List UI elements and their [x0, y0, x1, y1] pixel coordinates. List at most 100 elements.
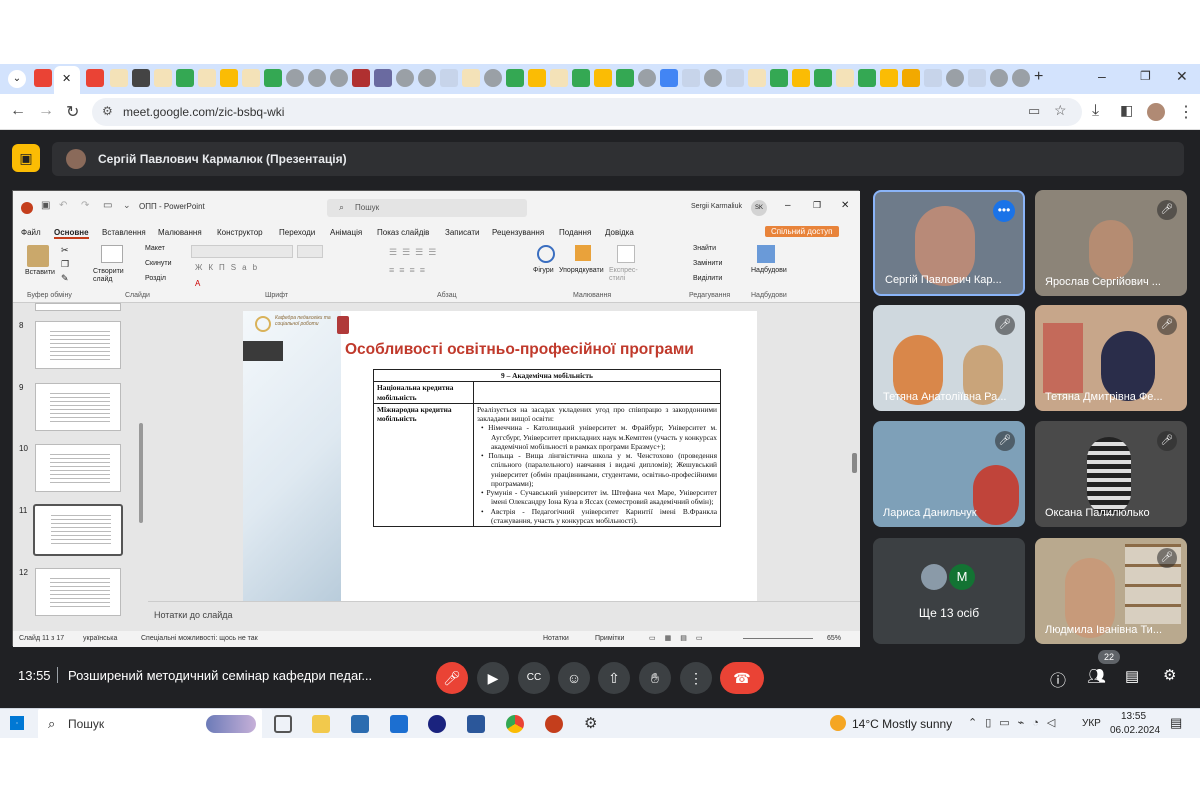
- slide-thumbnail-selected[interactable]: [33, 504, 123, 556]
- participant-tile[interactable]: 🎤︎ Ярослав Сергійович ...: [1035, 190, 1187, 296]
- doc-tab-icon[interactable]: [748, 69, 766, 87]
- drive-tab-icon[interactable]: [616, 69, 634, 87]
- notification-icon[interactable]: ▤: [1170, 715, 1182, 731]
- layout-button[interactable]: Макет: [145, 245, 165, 252]
- web-tab-icon[interactable]: [1012, 69, 1030, 87]
- doc-tab-icon[interactable]: [110, 69, 128, 87]
- notes-toggle[interactable]: Нотатки: [543, 635, 569, 642]
- font-name-box[interactable]: [191, 245, 293, 258]
- input-language[interactable]: УКР: [1082, 718, 1101, 729]
- font-format-icons[interactable]: ЖКПSab: [195, 263, 263, 272]
- drive-tab-icon[interactable]: [594, 69, 612, 87]
- clock-date[interactable]: 06.02.2024: [1110, 725, 1160, 736]
- redo-icon[interactable]: ↷: [81, 200, 89, 211]
- close-tab-icon[interactable]: ✕: [62, 72, 71, 85]
- web-tab-icon[interactable]: [374, 69, 392, 87]
- drive-tab-icon[interactable]: [264, 69, 282, 87]
- menu-icon[interactable]: ⋮: [1178, 102, 1194, 122]
- drive-tab-icon[interactable]: [220, 69, 238, 87]
- select-button[interactable]: Виділити: [693, 275, 722, 282]
- tab-file[interactable]: Файл: [21, 228, 41, 237]
- settings-icon[interactable]: ⚙: [584, 715, 602, 733]
- doc-tab-icon[interactable]: [132, 69, 150, 87]
- others-tile[interactable]: M Ще 13 осіб: [873, 538, 1025, 644]
- quick-styles-icon[interactable]: [617, 245, 635, 263]
- ppt-restore-icon[interactable]: ❐: [813, 200, 821, 211]
- web-tab-icon[interactable]: [286, 69, 304, 87]
- word-icon[interactable]: [467, 715, 485, 733]
- slide-thumbnail[interactable]: [35, 321, 121, 369]
- web-tab-icon[interactable]: [330, 69, 348, 87]
- drive-tab-icon[interactable]: [572, 69, 590, 87]
- drive-tab-icon[interactable]: [858, 69, 876, 87]
- tab-design[interactable]: Конструктор: [217, 228, 263, 237]
- font-size-box[interactable]: [297, 245, 323, 258]
- web-tab-icon[interactable]: [704, 69, 722, 87]
- minimize-icon[interactable]: –: [1098, 68, 1106, 84]
- chrome-icon[interactable]: [506, 715, 524, 733]
- address-bar[interactable]: ⚙ meet.google.com/zic-bsbq-wki ▭ ☆: [92, 98, 1082, 126]
- doc-tab-icon[interactable]: [198, 69, 216, 87]
- people-icon[interactable]: 👥︎: [1087, 667, 1106, 685]
- tab-help[interactable]: Довідка: [605, 228, 634, 237]
- presentation-icon[interactable]: ▣: [12, 144, 40, 172]
- reset-button[interactable]: Скинути: [145, 260, 172, 267]
- chat-icon[interactable]: ▤: [1125, 667, 1139, 685]
- active-tab[interactable]: ✕: [54, 66, 80, 94]
- back-icon[interactable]: ←: [10, 102, 26, 120]
- quick-styles-button[interactable]: Експрес-стилі: [609, 267, 639, 284]
- drive-tab-icon[interactable]: [814, 69, 832, 87]
- participant-tile[interactable]: 🎤︎ Тетяна Дмитрівна Фе...: [1035, 305, 1187, 411]
- web-tab-icon[interactable]: [924, 69, 942, 87]
- ppt-minimize-icon[interactable]: –: [785, 200, 791, 211]
- tab-view[interactable]: Подання: [559, 228, 591, 237]
- drive-tab-icon[interactable]: [176, 69, 194, 87]
- find-button[interactable]: Знайти: [693, 245, 716, 252]
- camera-icon[interactable]: ▭: [1028, 103, 1040, 119]
- sidepanel-icon[interactable]: ◧: [1120, 102, 1133, 119]
- web-tab-icon[interactable]: [902, 69, 920, 87]
- taskbar-search[interactable]: ⌕ Пошук: [38, 709, 262, 739]
- maximize-icon[interactable]: ❐: [1140, 69, 1151, 83]
- tab-home[interactable]: Основне: [54, 228, 89, 239]
- task-view-icon[interactable]: [274, 715, 292, 733]
- zoom-level[interactable]: 65%: [827, 635, 841, 642]
- site-info-icon[interactable]: ⚙: [102, 104, 113, 118]
- paste-button[interactable]: Вставити: [25, 269, 55, 276]
- slide-thumbnail[interactable]: [35, 303, 121, 311]
- undo-icon[interactable]: ↶: [59, 200, 67, 211]
- notes-pane[interactable]: Нотатки до слайда: [148, 601, 860, 631]
- powerpoint-icon[interactable]: [545, 715, 563, 733]
- status-language[interactable]: українська: [83, 635, 117, 642]
- autosave-icon[interactable]: ▣: [41, 200, 50, 211]
- doc-tab-icon[interactable]: [550, 69, 568, 87]
- replace-button[interactable]: Замінити: [693, 260, 722, 267]
- system-tray-icons[interactable]: ⌃▯▭⌁◔◁︎: [968, 716, 1063, 729]
- web-tab-icon[interactable]: [726, 69, 744, 87]
- clock-time[interactable]: 13:55: [1121, 711, 1146, 722]
- section-button[interactable]: Розділ: [145, 275, 166, 282]
- web-tab-icon[interactable]: [946, 69, 964, 87]
- new-slide-icon[interactable]: [101, 245, 123, 263]
- slide-thumbnail[interactable]: [35, 383, 121, 431]
- cut-icon[interactable]: ✂: [61, 245, 69, 256]
- drive-tab-icon[interactable]: [506, 69, 524, 87]
- camera-button[interactable]: ▶: [477, 662, 509, 694]
- slide-canvas[interactable]: Кафедра педагогіки та соціальної роботи …: [243, 311, 757, 601]
- download-icon[interactable]: ⤓: [1092, 102, 1099, 120]
- slide-thumbnail[interactable]: [35, 568, 121, 616]
- doc-tab-icon[interactable]: [836, 69, 854, 87]
- web-tab-icon[interactable]: [638, 69, 656, 87]
- share-button[interactable]: Спільний доступ: [765, 226, 839, 237]
- comments-toggle[interactable]: Примітки: [595, 635, 624, 642]
- tab-search-icon[interactable]: ⌄: [8, 70, 26, 88]
- forward-icon[interactable]: →: [38, 102, 54, 120]
- arrange-button[interactable]: Упорядкувати: [559, 267, 604, 274]
- web-tab-icon[interactable]: [352, 69, 370, 87]
- end-call-button[interactable]: ☎: [720, 662, 764, 694]
- arrange-icon[interactable]: [575, 245, 591, 261]
- present-icon[interactable]: ▭: [103, 200, 112, 211]
- drive-tab-icon[interactable]: [792, 69, 810, 87]
- participant-tile[interactable]: 🎤︎ Тетяна Анатоліївна Ра...: [873, 305, 1025, 411]
- web-tab-icon[interactable]: [418, 69, 436, 87]
